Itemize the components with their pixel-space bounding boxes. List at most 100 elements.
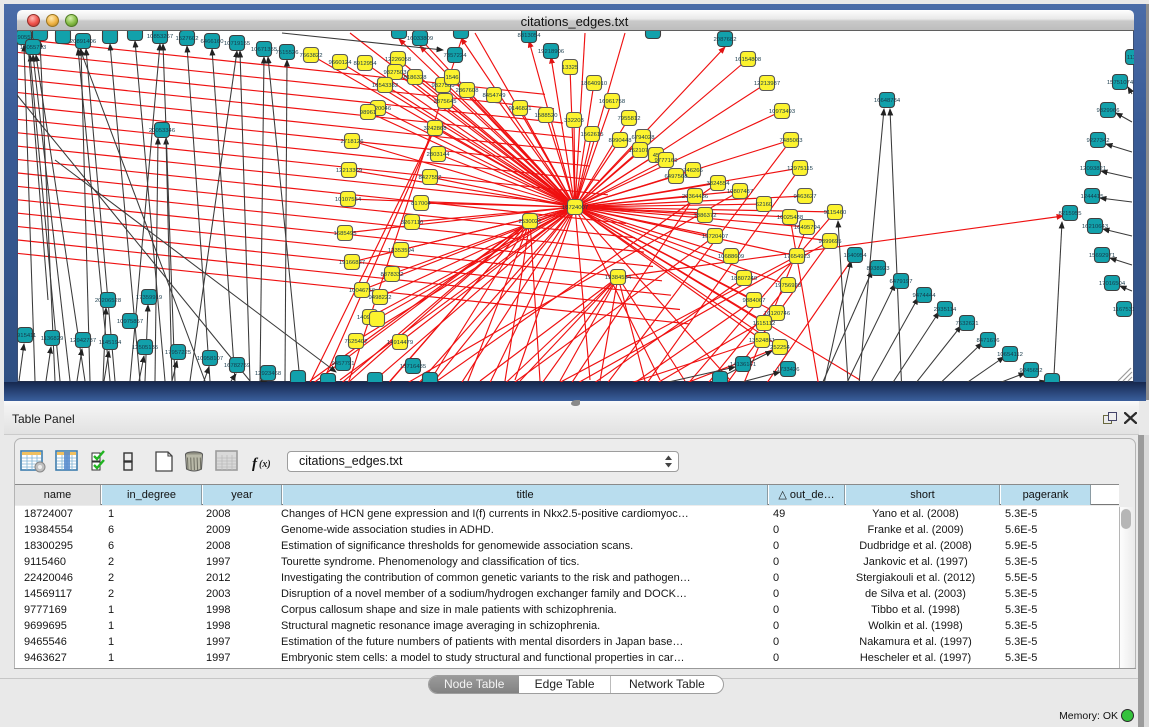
svg-text:10807487: 10807487 (727, 189, 753, 195)
svg-text:10025488: 10025488 (777, 215, 804, 221)
svg-text:14055713: 14055713 (20, 45, 47, 51)
svg-text:7357224: 7357224 (444, 53, 468, 59)
svg-text:1588520: 1588520 (535, 113, 559, 119)
svg-text:9660124: 9660124 (329, 60, 353, 66)
svg-text:20206528: 20206528 (95, 298, 122, 304)
svg-text:1112: 1112 (1127, 55, 1134, 61)
svg-text:2718126: 2718126 (341, 139, 365, 145)
svg-text:19166827: 19166827 (339, 260, 365, 266)
svg-text:6794028: 6794028 (632, 135, 656, 141)
svg-text:8990448: 8990448 (609, 138, 633, 144)
svg-text:8912954: 8912954 (354, 61, 378, 67)
svg-text:98961: 98961 (360, 110, 376, 116)
svg-text:3915411: 3915411 (17, 333, 36, 339)
svg-text:8215955: 8215955 (1059, 211, 1083, 217)
svg-text:10958107: 10958107 (197, 356, 223, 362)
svg-text:19384554: 19384554 (605, 275, 632, 281)
svg-text:10719155: 10719155 (224, 41, 251, 47)
svg-text:2935114: 2935114 (934, 307, 957, 313)
svg-text:9146821: 9146821 (509, 106, 532, 112)
svg-text:19756928: 19756928 (775, 283, 802, 289)
svg-text:9899695: 9899695 (819, 239, 843, 245)
svg-text:18640910: 18640910 (581, 81, 608, 87)
svg-text:8938923: 8938923 (867, 266, 891, 272)
svg-text:17016504: 17016504 (1099, 281, 1126, 287)
svg-text:14136141: 14136141 (730, 362, 756, 368)
svg-text:16782759: 16782759 (224, 363, 250, 369)
svg-text:7485063: 7485063 (780, 138, 804, 144)
svg-text:62160: 62160 (756, 202, 773, 208)
svg-text:8454749: 8454749 (483, 93, 506, 99)
svg-text:10671355: 10671355 (251, 47, 278, 53)
svg-text:15751074: 15751074 (1107, 80, 1134, 86)
svg-text:12942737: 12942737 (70, 338, 96, 344)
svg-text:1685495: 1685495 (334, 231, 358, 237)
svg-text:16648784: 16648784 (874, 98, 901, 104)
svg-text:9474444: 9474444 (913, 293, 937, 299)
svg-text:18724007: 18724007 (562, 205, 588, 211)
svg-text:9245652: 9245652 (1020, 368, 1043, 374)
svg-text:f: f (252, 456, 259, 472)
svg-text:6466160: 6466160 (201, 39, 225, 45)
svg-text:12213369: 12213369 (336, 168, 362, 174)
svg-text:1615112: 1615112 (753, 321, 776, 327)
svg-text:9463627: 9463627 (794, 194, 817, 200)
svg-text:19218906: 19218906 (538, 49, 565, 55)
svg-text:15720407: 15720407 (702, 234, 728, 240)
svg-text:20053346: 20053346 (149, 128, 176, 134)
svg-text:20364436: 20364436 (682, 194, 709, 200)
svg-text:3875645: 3875645 (434, 99, 458, 105)
svg-text:10853267: 10853267 (147, 34, 173, 40)
svg-text:9115460: 9115460 (824, 210, 847, 216)
svg-text:1640954: 1640954 (844, 253, 868, 259)
svg-text:7386372: 7386372 (694, 213, 717, 219)
svg-text:1546: 1546 (445, 75, 459, 81)
svg-text:17654923: 17654923 (784, 254, 811, 260)
svg-text:2867608: 2867608 (456, 88, 480, 94)
svg-text:1145194: 1145194 (99, 340, 122, 346)
svg-text:16543382: 16543382 (372, 83, 398, 89)
svg-text:8813054: 8813054 (518, 33, 542, 39)
svg-text:16961758: 16961758 (599, 99, 626, 105)
svg-text:12975115: 12975115 (787, 166, 813, 172)
svg-text:9498222: 9498222 (369, 295, 392, 301)
svg-text:16154808: 16154808 (735, 57, 762, 63)
svg-text:817004: 817004 (411, 201, 431, 207)
svg-text:14914479: 14914479 (387, 340, 413, 346)
svg-text:3242868: 3242868 (424, 126, 448, 132)
svg-text:12213987: 12213987 (754, 81, 780, 87)
svg-text:8878332: 8878332 (381, 272, 404, 278)
svg-text:12226058: 12226058 (385, 57, 412, 63)
svg-text:8186328: 8186328 (404, 75, 428, 81)
svg-text:1136829: 1136829 (41, 336, 64, 342)
svg-text:1244415: 1244415 (1081, 194, 1105, 200)
svg-text:7663822: 7663822 (300, 53, 323, 59)
svg-text:12923468: 12923468 (255, 371, 282, 377)
svg-text:9329966: 9329966 (1097, 108, 1121, 114)
svg-text:6479197: 6479197 (890, 279, 913, 285)
svg-text:13524851: 13524851 (749, 338, 775, 344)
svg-text:9227342: 9227342 (1087, 138, 1110, 144)
svg-text:13325: 13325 (562, 65, 579, 71)
svg-text:15692971: 15692971 (1089, 253, 1115, 259)
svg-text:10654112: 10654112 (997, 352, 1023, 358)
svg-text:7515526: 7515526 (276, 50, 300, 56)
svg-text:6497568: 6497568 (665, 174, 689, 180)
svg-text:7625402: 7625402 (345, 339, 368, 345)
svg-text:10973493: 10973493 (769, 109, 796, 115)
svg-text:7955812: 7955812 (618, 116, 641, 122)
svg-text:1733426: 1733426 (777, 367, 801, 373)
svg-text:1167531: 1167531 (1113, 307, 1134, 313)
svg-text:(x): (x) (259, 459, 270, 470)
svg-text:8427552: 8427552 (419, 175, 442, 181)
svg-text:12093821: 12093821 (1080, 166, 1106, 172)
svg-text:9884067: 9884067 (743, 298, 766, 304)
svg-text:8471676: 8471676 (977, 338, 1001, 344)
svg-text:16033809: 16033809 (407, 36, 433, 42)
svg-text:18807249: 18807249 (731, 276, 757, 282)
svg-text:12505135: 12505135 (132, 345, 159, 351)
svg-text:2530021: 2530021 (519, 219, 542, 225)
svg-text:1562615: 1562615 (581, 132, 605, 138)
svg-text:2087682: 2087682 (714, 37, 737, 43)
svg-text:10688609: 10688609 (718, 254, 744, 260)
